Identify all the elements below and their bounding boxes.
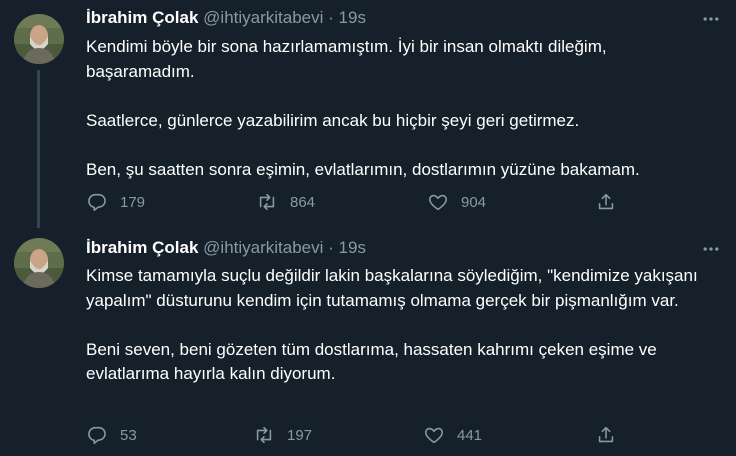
share-icon (598, 426, 614, 443)
reply-icon (88, 193, 106, 212)
separator-dot: · (328, 238, 334, 257)
reply-button[interactable]: 179 (86, 188, 145, 216)
retweet-button[interactable]: 197 (253, 421, 312, 449)
retweet-count: 197 (287, 426, 313, 444)
tweet-header: İbrahim Çolak @ihtiyarkitabevi · 19s (86, 238, 366, 258)
like-count: 441 (457, 426, 483, 444)
like-button[interactable]: 441 (423, 421, 482, 449)
author-handle[interactable]: @ihtiyarkitabevi (203, 238, 323, 257)
tweet-2[interactable]: İbrahim Çolak @ihtiyarkitabevi · 19s Kim… (0, 228, 736, 456)
more-button[interactable] (700, 8, 722, 30)
tweet-time[interactable]: 19s (339, 8, 366, 27)
share-icon (598, 193, 614, 210)
tweet-paragraph: Beni seven, beni gözeten tüm dostlarıma,… (86, 339, 657, 384)
reply-count: 53 (120, 426, 137, 444)
tweet-time[interactable]: 19s (339, 238, 366, 257)
thread-connector-line (37, 70, 40, 228)
tweet-text: Kendimi böyle bir sona hazırlamamıştım. … (86, 35, 716, 182)
like-button[interactable]: 904 (427, 188, 486, 216)
more-icon (703, 17, 719, 21)
retweet-icon (256, 426, 272, 444)
reply-icon (88, 426, 106, 445)
separator-dot: · (328, 8, 334, 27)
author-name[interactable]: İbrahim Çolak (86, 238, 198, 257)
more-button[interactable] (700, 238, 722, 260)
reply-button[interactable]: 53 (86, 421, 137, 449)
retweet-count: 864 (290, 193, 316, 211)
share-button[interactable] (595, 188, 617, 216)
retweet-icon (259, 193, 275, 211)
retweet-button[interactable]: 864 (256, 188, 315, 216)
tweet-text: Kimse tamamıyla suçlu değildir lakin baş… (86, 264, 716, 387)
share-button[interactable] (595, 421, 617, 449)
avatar[interactable] (14, 14, 64, 64)
tweet-paragraph: Ben, şu saatten sonra eşimin, evlatlarım… (86, 159, 640, 179)
author-handle[interactable]: @ihtiyarkitabevi (203, 8, 323, 27)
tweet-paragraph: Kimse tamamıyla suçlu değildir lakin baş… (86, 266, 698, 310)
tweet-header: İbrahim Çolak @ihtiyarkitabevi · 19s (86, 8, 366, 28)
tweet-paragraph: Kendimi böyle bir sona hazırlamamıştım. … (86, 37, 607, 81)
avatar[interactable] (14, 238, 64, 288)
author-name[interactable]: İbrahim Çolak (86, 8, 198, 27)
reply-count: 179 (120, 193, 146, 211)
tweet-1[interactable]: İbrahim Çolak @ihtiyarkitabevi · 19s Ken… (0, 0, 736, 228)
tweet-actions: 179 864 904 (86, 188, 626, 216)
tweet-paragraph: Saatlerce, günlerce yazabilirim ancak bu… (86, 110, 580, 130)
more-icon (703, 247, 719, 251)
tweet-actions: 53 197 441 (86, 421, 626, 449)
like-count: 904 (461, 193, 487, 211)
like-icon (428, 194, 448, 211)
like-icon (424, 427, 444, 444)
